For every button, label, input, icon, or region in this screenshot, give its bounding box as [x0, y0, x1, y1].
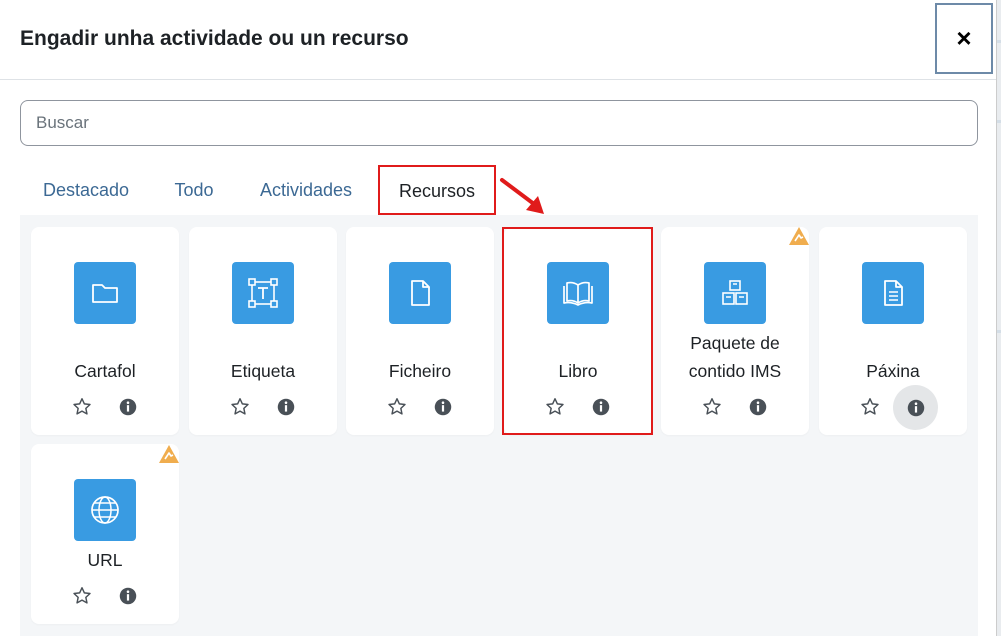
item-card-etiqueta[interactable]: Etiqueta — [189, 227, 337, 435]
info-icon[interactable] — [117, 396, 139, 418]
search-input[interactable] — [20, 100, 978, 146]
item-card-url[interactable]: URL — [31, 444, 179, 624]
globe-icon — [74, 479, 136, 541]
tab-actividades[interactable]: Actividades — [242, 165, 370, 215]
star-icon[interactable] — [859, 396, 881, 418]
recommended-badge-icon — [158, 444, 180, 464]
text-label-icon — [232, 262, 294, 324]
add-activity-dialog: Engadir unha actividade ou un recurso × … — [0, 0, 997, 636]
dialog-title: Engadir unha actividade ou un recurso — [20, 27, 409, 50]
info-icon[interactable] — [432, 396, 454, 418]
close-button[interactable]: × — [935, 3, 993, 74]
info-icon[interactable] — [747, 396, 769, 418]
item-name-line1: Paquete de — [690, 333, 780, 353]
star-icon[interactable] — [71, 585, 93, 607]
annotation-highlight-card — [502, 227, 653, 435]
item-name: Etiqueta — [230, 361, 296, 381]
item-card-paxina[interactable]: Páxina — [819, 227, 967, 435]
resources-grid: Cartafol Etiqueta Ficheiro Libro Paquete… — [20, 215, 978, 636]
star-icon[interactable] — [71, 396, 93, 418]
info-icon[interactable] — [275, 396, 297, 418]
item-name: URL — [87, 550, 123, 570]
star-icon[interactable] — [701, 396, 723, 418]
star-icon[interactable] — [229, 396, 251, 418]
page-icon — [862, 262, 924, 324]
item-name: Cartafol — [74, 361, 136, 381]
star-icon[interactable] — [386, 396, 408, 418]
background-page-edge — [997, 330, 1001, 333]
folder-icon — [74, 262, 136, 324]
item-card-ims-package[interactable]: Paquete de contido IMS — [661, 227, 809, 435]
annotation-arrow-icon — [500, 178, 544, 214]
background-page-edge — [997, 120, 1001, 123]
file-icon — [389, 262, 451, 324]
info-icon[interactable] — [893, 385, 938, 430]
tab-todo[interactable]: Todo — [154, 165, 234, 215]
info-icon[interactable] — [117, 585, 139, 607]
item-card-ficheiro[interactable]: Ficheiro — [346, 227, 494, 435]
ims-package-icon — [704, 262, 766, 324]
item-card-cartafol[interactable]: Cartafol — [31, 227, 179, 435]
item-name: Páxina — [866, 361, 920, 381]
item-name-line2: contido IMS — [688, 361, 782, 381]
annotation-highlight-tab — [378, 165, 496, 215]
recommended-badge-icon — [788, 226, 810, 246]
item-name: Ficheiro — [388, 361, 452, 381]
tab-destacado[interactable]: Destacado — [20, 165, 152, 215]
background-page-edge — [997, 40, 1001, 43]
dialog-header: Engadir unha actividade ou un recurso × — [0, 0, 996, 80]
close-icon: × — [956, 23, 972, 53]
